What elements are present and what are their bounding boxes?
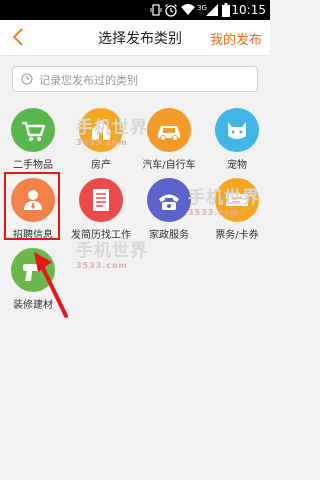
wifi-icon	[181, 4, 195, 15]
watermark-sub: 3533.com	[188, 208, 240, 217]
phone-icon	[147, 178, 191, 222]
watermark: 手机世界 3533.com	[188, 183, 260, 217]
clock-icon	[21, 73, 33, 85]
history-search-input[interactable]: 记录您发布过的类别	[12, 66, 258, 92]
battery-icon	[222, 3, 230, 17]
alarm-icon	[165, 4, 177, 17]
category-label: 票务/卡券	[215, 230, 259, 241]
category-pets[interactable]: 宠物	[204, 108, 270, 180]
back-button[interactable]	[6, 24, 30, 50]
cat-icon	[215, 108, 259, 152]
category-label: 二手物品	[13, 160, 53, 171]
my-posts-link[interactable]: 我的发布	[210, 29, 262, 48]
clock-time: 10:15	[231, 3, 266, 17]
category-second-hand[interactable]: 二手物品	[0, 108, 66, 180]
status-bar: 3G 10:15	[0, 0, 270, 20]
pointer-arrow-icon	[34, 252, 68, 318]
watermark-sub: 3533.com	[76, 261, 128, 270]
watermark: 手机世界 3533.com	[76, 113, 148, 147]
car-icon	[147, 108, 191, 152]
watermark: 手机世界 3533.com	[76, 236, 148, 270]
watermark-sub: 3533.com	[76, 138, 128, 147]
search-placeholder: 记录您发布过的类别	[39, 74, 138, 87]
page-title: 选择发布类别	[98, 31, 182, 47]
watermark-text: 手机世界	[76, 241, 148, 261]
cart-icon	[11, 108, 55, 152]
watermark-text: 手机世界	[76, 118, 148, 138]
category-label: 汽车/自行车	[142, 160, 196, 171]
highlight-box	[4, 172, 60, 240]
top-bar: 选择发布类别 我的发布	[0, 20, 270, 56]
chevron-left-icon	[12, 28, 23, 46]
watermark-text: 手机世界	[188, 188, 260, 208]
resume-icon	[79, 178, 123, 222]
signal-icon	[206, 4, 218, 16]
vibrate-icon	[150, 4, 162, 16]
category-label: 宠物	[227, 160, 247, 171]
category-label: 房产	[91, 160, 111, 171]
